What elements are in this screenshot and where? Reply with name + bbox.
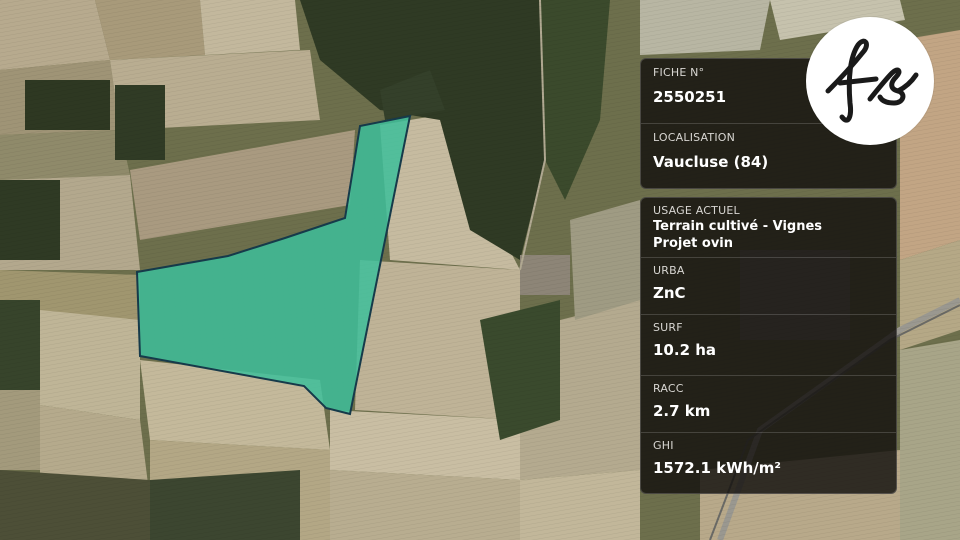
localisation-value: Vaucluse (84) — [653, 153, 769, 171]
surf-label: SURF — [653, 321, 683, 334]
field-urba: URBA ZnC — [641, 258, 896, 315]
field-surf: SURF 10.2 ha — [641, 315, 896, 376]
field-racc: RACC 2.7 km — [641, 376, 896, 433]
surf-value: 10.2 ha — [653, 341, 717, 359]
urba-label: URBA — [653, 264, 685, 277]
ghi-value: 1572.1 kWh/m² — [653, 459, 781, 477]
racc-value: 2.7 km — [653, 402, 711, 420]
usage-line1: Terrain cultivé - Vignes — [653, 219, 823, 234]
field-usage: USAGE ACTUEL Terrain cultivé - Vignes Pr… — [641, 198, 896, 258]
usage-label: USAGE ACTUEL — [653, 204, 740, 217]
field-ghi: GHI 1572.1 kWh/m² — [641, 433, 896, 493]
usage-line2: Projet ovin — [653, 236, 733, 251]
urba-value: ZnC — [653, 284, 686, 302]
ghi-label: GHI — [653, 439, 674, 452]
racc-label: RACC — [653, 382, 684, 395]
info-panel-bottom: USAGE ACTUEL Terrain cultivé - Vignes Pr… — [640, 197, 897, 494]
fs-monogram-logo-icon — [806, 17, 934, 145]
